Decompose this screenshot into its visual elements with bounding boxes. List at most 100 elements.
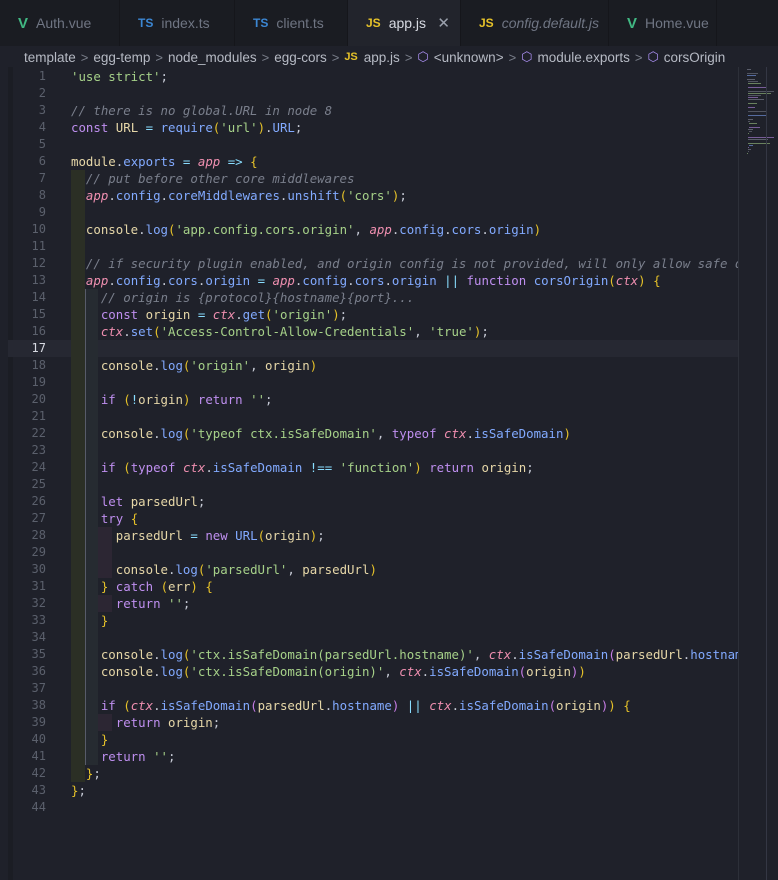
current-line-highlight [8, 340, 738, 357]
code-line[interactable]: parsedUrl = new URL(origin); [71, 527, 325, 544]
tab-client-ts[interactable]: TS client.ts [235, 0, 348, 46]
line-number: 26 [31, 494, 46, 508]
code-line[interactable]: } [71, 612, 108, 629]
minimap-line [748, 139, 768, 140]
tab-label: index.ts [161, 15, 210, 31]
code-line[interactable]: const origin = ctx.get('origin'); [71, 306, 347, 323]
indent-guide-band [71, 340, 85, 357]
tab-app-js[interactable]: JS app.js ✕ [348, 0, 461, 46]
line-number: 38 [31, 698, 46, 712]
vertical-scrollbar[interactable] [766, 67, 767, 880]
code-line[interactable]: if (typeof ctx.isSafeDomain !== 'functio… [71, 459, 534, 476]
code-line[interactable]: // put before other core middlewares [71, 170, 355, 187]
minimap-line [747, 83, 761, 84]
indent-guide-band [84, 374, 99, 391]
code-line[interactable]: if (!origin) return ''; [71, 391, 273, 408]
code-line[interactable]: 'use strict'; [71, 68, 168, 85]
line-number: 30 [31, 562, 46, 576]
code-line[interactable]: }; [71, 782, 86, 799]
breadcrumb-symbol[interactable]: module.exports [538, 50, 630, 65]
tab-label: Auth.vue [36, 15, 92, 31]
line-number: 11 [31, 239, 46, 253]
code-line[interactable]: } catch (err) { [71, 578, 213, 595]
breadcrumb-item[interactable]: template [24, 50, 76, 65]
indent-guide-band [84, 544, 99, 561]
minimap-line [747, 93, 771, 94]
code-line[interactable]: return ''; [71, 595, 191, 612]
indent-guide-band [84, 680, 99, 697]
breadcrumb-symbol[interactable]: corsOrigin [664, 50, 726, 65]
line-number: 24 [31, 460, 46, 474]
minimap-line [747, 79, 755, 80]
minimap-line [747, 87, 766, 88]
code-editor[interactable]: 1 2 3 4 5 6 7 8 9 10 11 12 13 14 15 16 17 18 19 20 21 22 23 24 2… [0, 67, 778, 880]
minimap-line [747, 73, 758, 74]
line-number: 4 [38, 120, 46, 134]
minimap-line [748, 95, 761, 96]
minimap[interactable] [738, 67, 778, 880]
code-line[interactable]: console.log('ctx.isSafeDomain(parsedUrl.… [71, 646, 765, 663]
indent-guide-band [71, 476, 85, 493]
minimap-line [748, 97, 759, 98]
breadcrumb: template > egg-temp > node_modules > egg… [0, 46, 778, 68]
code-line[interactable]: app.config.cors.origin = app.config.cors… [71, 272, 661, 289]
chevron-right-icon: > [508, 49, 517, 65]
line-number-gutter: 1 2 3 4 5 6 7 8 9 10 11 12 13 14 15 16 17 18 19 20 21 22 23 24 2… [0, 67, 60, 880]
javascript-file-icon: JS [366, 16, 381, 30]
code-line[interactable]: return ''; [71, 748, 176, 765]
code-line[interactable]: console.log('ctx.isSafeDomain(origin)', … [71, 663, 586, 680]
close-icon[interactable]: ✕ [437, 14, 450, 32]
indent-guide-band [71, 204, 85, 221]
code-line[interactable]: // there is no global.URL in node 8 [71, 102, 332, 119]
code-line[interactable]: }; [71, 765, 101, 782]
code-line[interactable]: // if security plugin enabled, and origi… [71, 255, 778, 272]
minimap-line [748, 99, 764, 100]
code-line[interactable]: console.log('typeof ctx.isSafeDomain', t… [71, 425, 571, 442]
line-number: 16 [31, 324, 46, 338]
code-line[interactable]: } [71, 731, 108, 748]
tab-label: Home.vue [645, 15, 709, 31]
line-number: 39 [31, 715, 46, 729]
line-number: 2 [38, 86, 46, 100]
tab-label: app.js [388, 15, 427, 31]
breadcrumb-symbol[interactable]: <unknown> [434, 50, 504, 65]
code-line[interactable]: const URL = require('url').URL; [71, 119, 302, 136]
code-line[interactable]: // origin is {protocol}{hostname}{port}.… [71, 289, 414, 306]
line-number: 1 [38, 69, 46, 83]
minimap-line [749, 127, 760, 128]
typescript-file-icon: TS [253, 16, 269, 30]
minimap-line [748, 129, 753, 130]
code-line[interactable]: module.exports = app => { [71, 153, 258, 170]
indent-guide-band [84, 442, 99, 459]
code-line[interactable]: console.log('app.config.cors.origin', ap… [71, 221, 541, 238]
code-line[interactable]: try { [71, 510, 138, 527]
line-number: 34 [31, 630, 46, 644]
breadcrumb-file[interactable]: app.js [364, 50, 400, 65]
code-line[interactable]: console.log('parsedUrl', parsedUrl) [71, 561, 377, 578]
breadcrumb-item[interactable]: egg-cors [274, 50, 327, 65]
tab-index-ts[interactable]: TS index.ts [120, 0, 235, 46]
code-line[interactable]: let parsedUrl; [71, 493, 205, 510]
symbol-cube-icon: ⬡ [417, 49, 429, 64]
tab-home-vue[interactable]: V Home.vue [609, 0, 717, 46]
minimap-line [749, 145, 754, 146]
breadcrumb-item[interactable]: node_modules [168, 50, 257, 65]
chevron-right-icon: > [634, 49, 643, 65]
code-line[interactable]: return origin; [71, 714, 220, 731]
indent-guide-band [71, 374, 85, 391]
code-line[interactable]: ctx.set('Access-Control-Allow-Credential… [71, 323, 489, 340]
indent-guide-band [84, 340, 99, 357]
symbol-cube-icon: ⬡ [521, 49, 533, 64]
line-number: 31 [31, 579, 46, 593]
code-line[interactable]: app.config.coreMiddlewares.unshift('cors… [71, 187, 407, 204]
line-number: 40 [31, 732, 46, 746]
tab-auth-vue[interactable]: V Auth.vue [0, 0, 120, 46]
line-number: 17 [31, 341, 46, 355]
code-line[interactable]: console.log('origin', origin) [71, 357, 317, 374]
breadcrumb-item[interactable]: egg-temp [93, 50, 150, 65]
line-number: 28 [31, 528, 46, 542]
code-line[interactable]: if (ctx.isSafeDomain(parsedUrl.hostname)… [71, 697, 631, 714]
chevron-right-icon: > [404, 49, 413, 65]
line-number: 5 [38, 137, 46, 151]
tab-config-default-js[interactable]: JS config.default.js [461, 0, 609, 46]
